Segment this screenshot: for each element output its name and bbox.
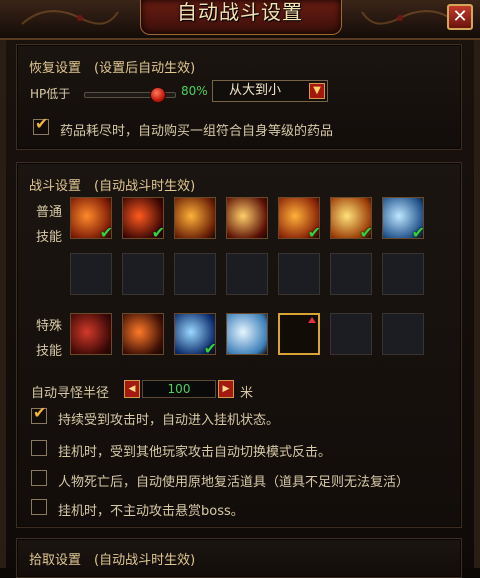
special-skill-label-line1: 特殊: [36, 319, 63, 334]
window-title: 自动战斗设置: [177, 0, 303, 24]
combat-option-checkbox[interactable]: [31, 470, 47, 486]
lightning-skill-icon[interactable]: ✔: [174, 313, 217, 358]
skill-enabled-check-icon: ✔: [99, 223, 113, 242]
flame-strike-skill-icon[interactable]: ✔: [122, 197, 165, 242]
golden-burst-skill-icon[interactable]: ✔: [330, 197, 373, 242]
pickup-settings-title: 拾取设置 (自动战斗时生效): [29, 553, 196, 568]
auto-buy-checkbox[interactable]: ✔: [33, 115, 49, 135]
empty-skill-slot[interactable]: [330, 253, 372, 295]
frost-wave-skill-icon[interactable]: [226, 313, 268, 355]
fire-swirl-skill-icon[interactable]: ✔: [278, 197, 321, 242]
combat-option-label: 持续受到攻击时，自动进入挂机状态。: [58, 413, 280, 428]
hp-threshold-slider[interactable]: [84, 87, 176, 103]
skill-enabled-check-icon: ✔: [307, 223, 321, 242]
empty-skill-slot[interactable]: [70, 253, 112, 295]
fire-crescent-skill-icon[interactable]: [226, 197, 268, 239]
combat-option-checkbox[interactable]: [31, 499, 47, 515]
ice-shard-skill-icon[interactable]: ✔: [382, 197, 425, 242]
hp-threshold-value: 80%: [181, 84, 208, 98]
skill-enabled-check-icon: ✔: [359, 223, 373, 242]
hp-threshold-label: HP低于: [30, 87, 71, 101]
checkmark-icon: ✔: [33, 403, 47, 422]
auto-buy-label: 药品耗尽时，自动购买一组符合自身等级的药品: [60, 124, 334, 139]
skill-enabled-check-icon: ✔: [411, 223, 425, 242]
title-bar: 自动战斗设置 ✕: [0, 0, 480, 40]
combat-option-checkbox[interactable]: [31, 440, 47, 456]
empty-skill-slot[interactable]: [382, 313, 424, 355]
pickup-settings-panel: 拾取设置 (自动战斗时生效): [16, 538, 462, 578]
combat-option-label: 挂机时，受到其他玩家攻击自动切换模式反击。: [58, 445, 332, 460]
slot-indicator-icon: [308, 317, 316, 323]
chevron-down-icon[interactable]: ▼: [309, 83, 325, 99]
recovery-settings-title: 恢复设置 (设置后自动生效): [29, 61, 196, 76]
special-skill-label-line2: 技能: [36, 344, 63, 359]
skill-enabled-check-icon: ✔: [151, 223, 165, 242]
normal-skill-label-line1: 普通: [36, 205, 63, 220]
empty-skill-slot[interactable]: [174, 253, 216, 295]
close-button[interactable]: ✕: [447, 4, 473, 30]
decrease-radius-button[interactable]: ◀: [124, 380, 140, 398]
blood-rune-skill-icon[interactable]: [70, 313, 112, 355]
potion-order-select[interactable]: 从大到小 ▼: [212, 80, 328, 102]
empty-skill-slot[interactable]: [122, 253, 164, 295]
selected-skill-slot[interactable]: [278, 313, 320, 355]
slider-knob[interactable]: [150, 87, 166, 103]
empty-skill-slot[interactable]: [278, 253, 320, 295]
empty-skill-slot[interactable]: [382, 253, 424, 295]
increase-radius-button[interactable]: ▶: [218, 380, 234, 398]
combat-settings-title: 战斗设置 (自动战斗时生效): [29, 179, 196, 194]
demon-face-skill-icon[interactable]: [174, 197, 216, 239]
dragon-ornament-left-icon: [21, 10, 119, 25]
fire-beast-skill-icon[interactable]: [122, 313, 164, 355]
skill-enabled-check-icon: ✔: [203, 339, 217, 358]
search-radius-stepper[interactable]: ◀ 100 ▶: [124, 380, 234, 398]
empty-skill-slot[interactable]: [330, 313, 372, 355]
dragon-ornament-right-icon: [361, 10, 459, 25]
combat-option-label: 挂机时，不主动攻击悬赏boss。: [58, 504, 244, 519]
potion-order-value: 从大到小: [229, 83, 282, 98]
combat-option-checkbox[interactable]: ✔: [31, 404, 47, 424]
checkmark-icon: ✔: [35, 114, 49, 133]
search-radius-unit: 米: [240, 386, 254, 401]
empty-skill-slot[interactable]: [226, 253, 268, 295]
search-radius-label: 自动寻怪半径: [31, 386, 110, 401]
fire-slash-skill-icon[interactable]: ✔: [70, 197, 113, 242]
search-radius-value[interactable]: 100: [142, 380, 216, 398]
normal-skill-label-line2: 技能: [36, 230, 63, 245]
combat-option-label: 人物死亡后，自动使用原地复活道具（道具不足则无法复活）: [58, 475, 410, 490]
